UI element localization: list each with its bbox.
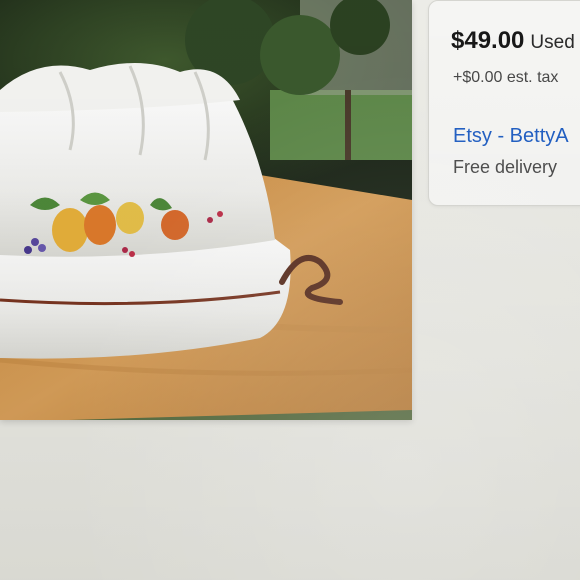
price: $49.00 bbox=[451, 27, 525, 54]
estimated-tax: +$0.00 est. tax bbox=[453, 69, 559, 86]
price-row: $49.00 Used bbox=[451, 27, 575, 55]
product-photo[interactable] bbox=[0, 0, 412, 420]
screen: $49.00 Used +$0.00 est. tax Etsy - BettyA… bbox=[0, 0, 580, 580]
condition-label: Used bbox=[530, 32, 575, 53]
offer-card: $49.00 Used +$0.00 est. tax Etsy - BettyA… bbox=[428, 0, 580, 206]
delivery-info: Free delivery bbox=[453, 157, 558, 177]
jello-mold-image bbox=[0, 0, 412, 420]
seller-link[interactable]: Etsy - BettyA bbox=[453, 125, 569, 148]
